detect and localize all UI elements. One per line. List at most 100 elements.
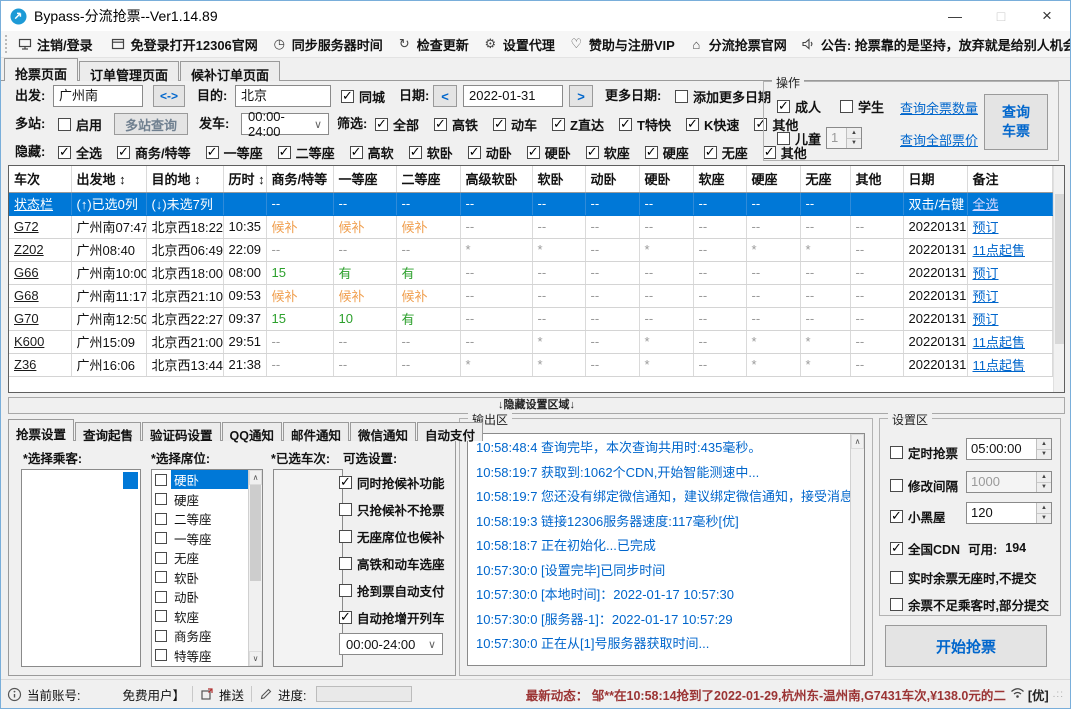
column-header[interactable]: 日期 [903,166,968,193]
checkbox-box[interactable] [339,474,352,490]
checkbox-box[interactable] [703,144,717,160]
maximize-button[interactable]: □ [978,1,1024,31]
passenger-listbox[interactable] [21,469,141,667]
option-checkbox-4[interactable]: 抢到票自动支付 [339,579,445,601]
seat-option-4[interactable]: 无座 [152,548,248,568]
settings-checkbox-0[interactable]: 定时抢票 [890,441,958,463]
seat-option-7[interactable]: 软座 [152,607,248,627]
column-header[interactable]: 软卧 [532,166,586,193]
add-more-dates-checkbox[interactable]: 添加更多日期 [675,85,771,107]
to-input[interactable]: 北京 [235,85,331,107]
train-number-link[interactable]: K600 [14,334,44,349]
stepper-up-icon[interactable]: ▲ [1037,503,1051,514]
seat-hide-checkbox-8[interactable]: 软座 [585,141,630,163]
column-header[interactable]: 高级软卧 [460,166,533,193]
checkbox-box[interactable] [339,583,352,597]
toolbar-item-7[interactable]: 公告: 抢票靠的是坚持，放弃就是给别人机会！ [794,31,1070,57]
checkbox-box[interactable] [339,556,352,570]
seat-option-2[interactable]: 二等座 [152,509,248,529]
train-row[interactable]: G70 广州南12:50 北京西22:27 09:37 15 10 有 -- -- -- -- -- -… [9,307,1053,331]
checkbox-box[interactable] [349,144,363,160]
checkbox-box[interactable] [585,144,599,160]
checkbox-box[interactable] [552,116,566,132]
checkbox-box[interactable] [155,571,167,584]
checkbox-box[interactable] [341,88,354,104]
book-link[interactable]: 预订 [973,312,999,327]
student-checkbox[interactable]: 学生 [840,95,884,117]
checkbox-box[interactable] [434,116,448,132]
toolbar-item-4[interactable]: ⚙ 设置代理 [476,31,562,57]
column-header[interactable]: 一等座 [333,166,397,193]
column-header[interactable]: 动卧 [585,166,640,193]
option-checkbox-3[interactable]: 高铁和动车选座 [339,552,445,574]
output-scrollbar[interactable]: ∧ [850,434,864,665]
checkbox-box[interactable] [375,116,388,132]
column-header[interactable]: 目的地 ↕ [146,166,224,193]
timed-grab-time-stepper[interactable]: 05:00:00 ▲ ▼ [966,438,1052,460]
stepper-up-icon[interactable]: ▲ [1037,472,1051,483]
train-type-checkbox-0[interactable]: 全部 [375,113,419,135]
checkbox-box[interactable] [155,532,167,545]
checkbox-box[interactable] [777,131,790,145]
child-count-stepper[interactable]: 1 ▲ ▼ [826,127,862,149]
query-prices-link[interactable]: 查询全部票价 [900,130,978,149]
train-type-checkbox-5[interactable]: K快速 [685,113,739,135]
checkbox-box[interactable] [155,610,167,623]
query-tickets-button[interactable]: 查询 车票 [984,94,1048,150]
grab-time-range-select[interactable]: 00:00-24:00 ∨ [339,633,443,655]
adult-checkbox[interactable]: 成人 [777,95,821,117]
column-header[interactable]: 无座 [800,166,851,193]
column-header[interactable]: 备注 [967,166,1053,193]
checkbox-box[interactable] [619,116,632,132]
checkbox-box[interactable] [890,597,903,611]
checkbox-box[interactable] [890,540,903,556]
tab-候补订单页面[interactable]: 候补订单页面 [180,61,281,83]
checkbox-box[interactable] [155,629,167,642]
seat-list-scrollbar[interactable]: ∧ ∨ [248,470,262,666]
settings-tab-邮件通知[interactable]: 邮件通知 [283,422,350,443]
start-grab-button[interactable]: 开始抢票 [885,625,1047,667]
train-row[interactable]: K600 广州15:09 北京西21:00 29:51 -- -- -- -- * -- * -- * *… [9,330,1053,354]
train-row[interactable]: G68 广州南11:17 北京西21:10 09:53 候补 候补 候补 -- -- -- -- --… [9,284,1053,308]
seat-hide-checkbox-10[interactable]: 无座 [703,141,748,163]
column-header[interactable]: 软座 [693,166,747,193]
book-link[interactable]: 11点起售 [973,358,1026,373]
date-prev-button[interactable]: < [433,85,457,107]
train-type-checkbox-1[interactable]: 高铁 [434,113,478,135]
depart-time-select[interactable]: 00:00-24:00 ∨ [241,109,329,139]
seat-option-9[interactable]: 特等座 [152,646,248,666]
settings-tab-QQ通知[interactable]: QQ通知 [221,422,282,443]
book-link[interactable]: 11点起售 [973,335,1026,350]
checkbox-box[interactable] [339,502,352,516]
column-header[interactable]: 商务/特等 [266,166,334,193]
train-number-link[interactable]: G66 [14,265,39,280]
checkbox-box[interactable] [644,144,658,160]
toolbar-item-0[interactable]: 注销/登录 [10,31,100,57]
seat-option-0[interactable]: 硬卧 [152,470,248,490]
train-row[interactable]: G72 广州南07:47 北京西18:22 10:35 候补 候补 候补 -- -- -- -- --… [9,215,1053,239]
interval-stepper[interactable]: 1000 ▲ ▼ [966,471,1052,493]
checkbox-box[interactable] [890,478,903,492]
checkbox-box[interactable] [155,551,167,564]
column-header[interactable]: 硬座 [746,166,801,193]
seat-type-listbox[interactable]: 硬卧 硬座 二等座 一等座 无座 软卧 动卧 软座 商务座 特等座 ∧ ∨ [151,469,263,667]
seat-hide-checkbox-4[interactable]: 高软 [349,141,394,163]
option-checkbox-1[interactable]: 只抢候补不抢票 [339,498,445,520]
checkbox-box[interactable] [777,98,790,114]
settings-tab-抢票设置[interactable]: 抢票设置 [8,419,75,442]
checkbox-box[interactable] [493,116,507,132]
option-checkbox-2[interactable]: 无座席位也候补 [339,525,445,547]
select-all-link[interactable]: 全选 [973,197,999,212]
train-type-checkbox-4[interactable]: T特快 [619,113,671,135]
stepper-down-icon[interactable]: ▼ [847,138,861,148]
multi-enable-checkbox[interactable]: 启用 [58,113,102,135]
book-link[interactable]: 预订 [973,266,999,281]
checkbox-box[interactable] [408,144,422,160]
blacklist-stepper[interactable]: 120 ▲ ▼ [966,502,1052,524]
push-button[interactable]: 推送 [200,685,244,704]
stepper-down-icon[interactable]: ▼ [1037,482,1051,492]
status-row[interactable]: 状态栏 (↑)已选0列 (↓)未选7列 -- -- -- -- -- -- -- -- -- -- 双击/… [9,192,1053,216]
scroll-down-icon[interactable]: ∨ [249,651,262,666]
book-link[interactable]: 预订 [973,220,999,235]
stepper-up-icon[interactable]: ▲ [1037,439,1051,450]
